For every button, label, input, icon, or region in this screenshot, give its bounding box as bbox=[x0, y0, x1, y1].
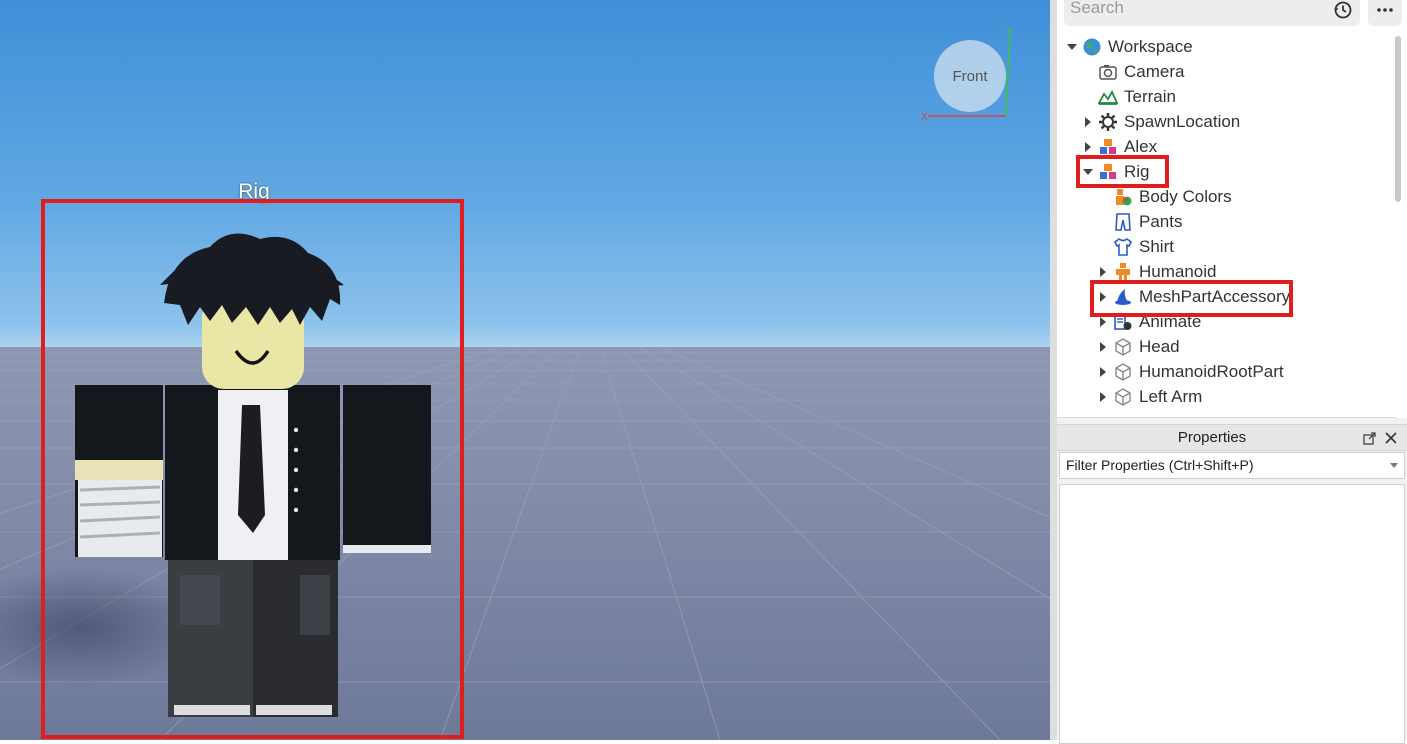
explorer-search-input[interactable]: Search bbox=[1064, 0, 1360, 26]
tree-item-label: Alex bbox=[1124, 136, 1158, 156]
part-icon bbox=[1113, 337, 1133, 357]
properties-header: Properties bbox=[1057, 424, 1407, 451]
no-arrow-spacer bbox=[1082, 66, 1094, 78]
tree-item-left-arm[interactable]: Left Arm bbox=[1097, 384, 1202, 409]
undock-icon[interactable] bbox=[1363, 431, 1377, 445]
tree-item-camera[interactable]: Camera bbox=[1082, 59, 1184, 84]
pants-icon bbox=[1113, 212, 1133, 232]
more-options-button[interactable] bbox=[1368, 0, 1402, 26]
search-placeholder: Search bbox=[1070, 0, 1124, 17]
expand-arrow-closed-icon[interactable] bbox=[1097, 341, 1109, 353]
tree-item-pants[interactable]: Pants bbox=[1097, 209, 1182, 234]
tree-clip-edge bbox=[1057, 410, 1397, 418]
view-cube[interactable]: X Y Front bbox=[918, 24, 1018, 124]
rig-selection-box bbox=[41, 199, 464, 739]
panel-divider[interactable] bbox=[1050, 0, 1057, 740]
ellipsis-icon bbox=[1377, 8, 1393, 12]
tree-item-label: Humanoid bbox=[1139, 261, 1217, 281]
properties-panel: Properties Filter Properties (Ctrl+Shift… bbox=[1057, 418, 1407, 744]
properties-list-area bbox=[1059, 484, 1405, 744]
part-icon bbox=[1113, 387, 1133, 407]
tree-item-label: Workspace bbox=[1108, 36, 1193, 56]
close-icon[interactable] bbox=[1384, 431, 1398, 445]
expand-arrow-closed-icon[interactable] bbox=[1097, 316, 1109, 328]
tree-item-shirt[interactable]: Shirt bbox=[1097, 234, 1174, 259]
body-colors-icon bbox=[1113, 187, 1133, 207]
no-arrow-spacer bbox=[1097, 191, 1109, 203]
history-icon[interactable] bbox=[1333, 0, 1353, 20]
part-icon bbox=[1113, 362, 1133, 382]
no-arrow-spacer bbox=[1082, 91, 1094, 103]
rig-highlight-box bbox=[1076, 155, 1169, 188]
expand-arrow-closed-icon[interactable] bbox=[1097, 366, 1109, 378]
tree-item-humanoidrootpart[interactable]: HumanoidRootPart bbox=[1097, 359, 1284, 384]
tree-item-label: Body Colors bbox=[1139, 186, 1232, 206]
expand-arrow-closed-icon[interactable] bbox=[1097, 391, 1109, 403]
filter-placeholder: Filter Properties (Ctrl+Shift+P) bbox=[1066, 457, 1254, 473]
view-cube-front-face[interactable]: Front bbox=[934, 40, 1006, 112]
no-arrow-spacer bbox=[1097, 216, 1109, 228]
expand-arrow-closed-icon[interactable] bbox=[1097, 266, 1109, 278]
explorer-panel: Search Workspace Camera Terrain SpawnLoc… bbox=[1057, 0, 1407, 418]
expand-arrow-closed-icon[interactable] bbox=[1082, 116, 1094, 128]
axis-x-label: X bbox=[921, 112, 928, 123]
tree-item-label: Head bbox=[1139, 336, 1180, 356]
tree-item-label: Camera bbox=[1124, 61, 1185, 81]
expand-arrow-closed-icon[interactable] bbox=[1082, 141, 1094, 153]
humanoid-icon bbox=[1113, 262, 1133, 282]
terrain-icon bbox=[1098, 87, 1118, 107]
tree-item-workspace[interactable]: Workspace bbox=[1066, 34, 1193, 59]
tree-item-label: Left Arm bbox=[1139, 386, 1203, 406]
tree-item-spawnlocation[interactable]: SpawnLocation bbox=[1082, 109, 1240, 134]
model-icon bbox=[1098, 137, 1118, 157]
no-arrow-spacer bbox=[1097, 241, 1109, 253]
shirt-icon bbox=[1113, 237, 1133, 257]
camera-icon bbox=[1098, 62, 1118, 82]
3d-viewport[interactable]: Rig X Y Front bbox=[0, 0, 1050, 740]
tree-item-head[interactable]: Head bbox=[1097, 334, 1180, 359]
tree-item-label: Pants bbox=[1139, 211, 1183, 231]
gear-icon bbox=[1098, 112, 1118, 132]
chevron-down-icon[interactable] bbox=[1390, 463, 1398, 469]
front-face-label: Front bbox=[952, 67, 988, 85]
tree-item-label: Shirt bbox=[1139, 236, 1174, 256]
axis-y-label: Y bbox=[1006, 26, 1013, 37]
meshpartaccessory-highlight-box bbox=[1090, 280, 1293, 317]
tree-item-terrain[interactable]: Terrain bbox=[1082, 84, 1176, 109]
filter-properties-input[interactable]: Filter Properties (Ctrl+Shift+P) bbox=[1059, 452, 1405, 479]
explorer-scrollbar[interactable] bbox=[1395, 36, 1401, 202]
tree-item-label: Terrain bbox=[1124, 86, 1176, 106]
properties-title: Properties bbox=[1177, 429, 1247, 446]
globe-icon bbox=[1082, 37, 1102, 57]
tree-item-label: SpawnLocation bbox=[1124, 111, 1241, 131]
tree-item-label: HumanoidRootPart bbox=[1139, 361, 1284, 381]
expand-arrow-open-icon[interactable] bbox=[1066, 41, 1078, 53]
